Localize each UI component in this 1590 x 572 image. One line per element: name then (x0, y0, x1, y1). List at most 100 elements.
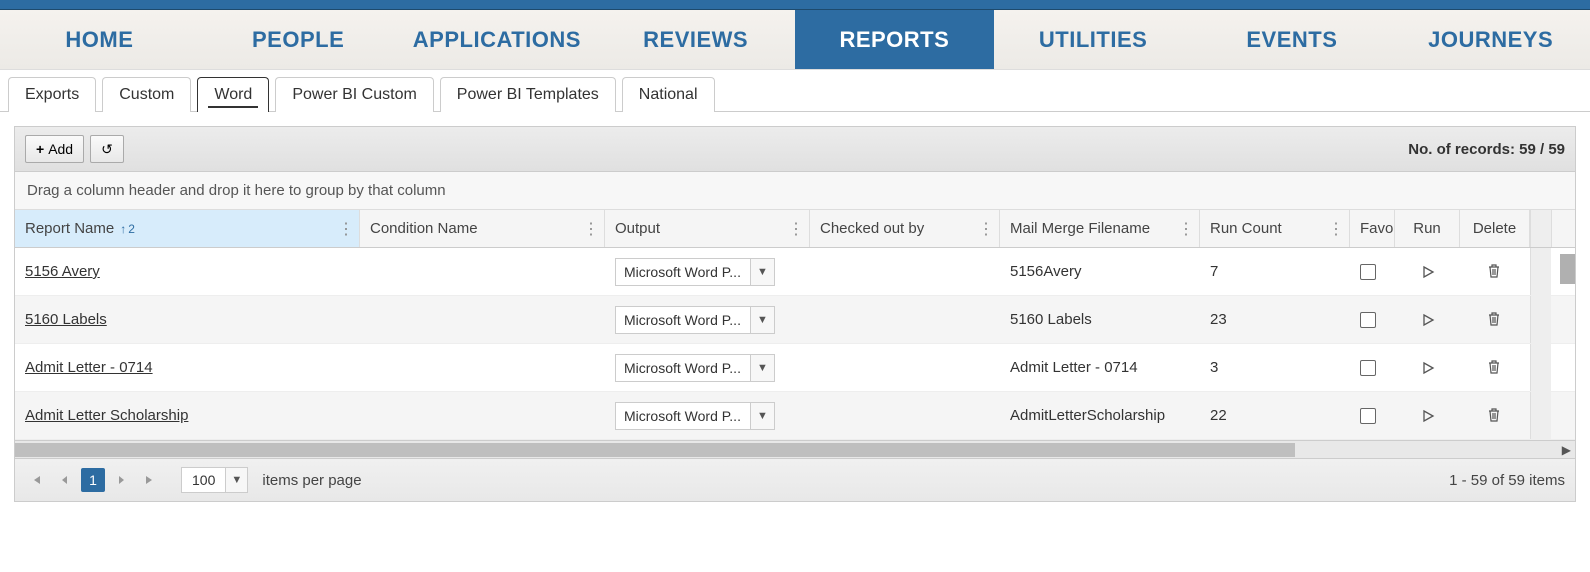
cell-report-name: Admit Letter Scholarship (15, 392, 360, 439)
column-menu-icon[interactable]: ⋮ (1328, 219, 1343, 239)
pager: 1 100 ▼ items per page 1 - 59 of 59 item… (15, 458, 1575, 501)
col-header-checked-out-by[interactable]: Checked out by ⋮ (810, 210, 1000, 247)
delete-button[interactable] (1487, 359, 1503, 377)
main-nav: HOME PEOPLE APPLICATIONS REVIEWS REPORTS… (0, 10, 1590, 70)
delete-button[interactable] (1487, 311, 1503, 329)
column-menu-icon[interactable]: ⋮ (583, 219, 598, 239)
output-select[interactable]: Microsoft Word P... ▼ (615, 402, 775, 430)
tab-word[interactable]: Word (197, 77, 269, 112)
col-label: Mail Merge Filename (1010, 220, 1150, 237)
nav-home[interactable]: HOME (0, 10, 199, 69)
report-name-link[interactable]: 5156 Avery (25, 263, 100, 280)
group-by-hint[interactable]: Drag a column header and drop it here to… (15, 172, 1575, 210)
report-name-link[interactable]: Admit Letter Scholarship (25, 407, 188, 424)
trash-icon (1487, 311, 1501, 327)
column-menu-icon[interactable]: ⋮ (338, 219, 353, 239)
report-name-link[interactable]: 5160 Labels (25, 311, 107, 328)
cell-condition-name (360, 392, 605, 439)
col-header-report-name[interactable]: Report Name ↑ 2 ⋮ (15, 210, 360, 247)
table-row: Admit Letter Scholarship Microsoft Word … (15, 392, 1575, 440)
cell-favorite (1350, 296, 1395, 343)
tab-custom[interactable]: Custom (102, 77, 191, 112)
favorite-checkbox[interactable] (1360, 360, 1376, 376)
run-button[interactable] (1420, 264, 1436, 280)
table-row: 5156 Avery Microsoft Word P... ▼ 5156Ave… (15, 248, 1575, 296)
tab-national[interactable]: National (622, 77, 715, 112)
scroll-gutter-cell (1530, 392, 1551, 439)
pager-last-button[interactable] (139, 469, 161, 491)
output-select[interactable]: Microsoft Word P... ▼ (615, 354, 775, 382)
tab-power-bi-templates[interactable]: Power BI Templates (440, 77, 616, 112)
nav-reviews[interactable]: REVIEWS (596, 10, 795, 69)
pager-next-button[interactable] (111, 469, 133, 491)
cell-run-count: 23 (1200, 296, 1350, 343)
output-select[interactable]: Microsoft Word P... ▼ (615, 306, 775, 334)
cell-report-name: 5160 Labels (15, 296, 360, 343)
tab-exports[interactable]: Exports (8, 77, 96, 112)
cell-delete (1460, 248, 1530, 295)
cell-output: Microsoft Word P... ▼ (605, 344, 810, 391)
play-icon (1421, 265, 1435, 279)
horizontal-scrollbar-thumb[interactable] (15, 443, 1295, 457)
run-button[interactable] (1420, 408, 1436, 424)
cell-run-count: 7 (1200, 248, 1350, 295)
pager-current-page[interactable]: 1 (81, 468, 105, 492)
nav-utilities[interactable]: UTILITIES (994, 10, 1193, 69)
column-menu-icon[interactable]: ⋮ (788, 219, 803, 239)
nav-journeys[interactable]: JOURNEYS (1391, 10, 1590, 69)
nav-people[interactable]: PEOPLE (199, 10, 398, 69)
favorite-checkbox[interactable] (1360, 408, 1376, 424)
delete-button[interactable] (1487, 407, 1503, 425)
column-menu-icon[interactable]: ⋮ (978, 219, 993, 239)
trash-icon (1487, 263, 1501, 279)
tab-power-bi-custom[interactable]: Power BI Custom (275, 77, 433, 112)
pager-first-button[interactable] (25, 469, 47, 491)
favorite-checkbox[interactable] (1360, 264, 1376, 280)
cell-checked-out-by (810, 392, 1000, 439)
sort-arrow-up-icon: ↑ (120, 222, 126, 236)
pager-prev-button[interactable] (53, 469, 75, 491)
col-header-run[interactable]: Run (1395, 210, 1460, 247)
col-header-run-count[interactable]: Run Count ⋮ (1200, 210, 1350, 247)
col-header-mail-merge-filename[interactable]: Mail Merge Filename ⋮ (1000, 210, 1200, 247)
vertical-scrollbar-thumb[interactable] (1560, 254, 1575, 284)
col-header-delete[interactable]: Delete (1460, 210, 1530, 247)
cell-run (1395, 344, 1460, 391)
delete-button[interactable] (1487, 263, 1503, 281)
col-header-output[interactable]: Output ⋮ (605, 210, 810, 247)
output-select-value: Microsoft Word P... (616, 312, 750, 328)
chevron-down-icon: ▼ (750, 403, 774, 429)
scroll-gutter-cell (1530, 248, 1551, 295)
top-accent-bar (0, 0, 1590, 10)
output-select[interactable]: Microsoft Word P... ▼ (615, 258, 775, 286)
refresh-button[interactable]: ↺ (90, 135, 124, 163)
favorite-checkbox[interactable] (1360, 312, 1376, 328)
play-icon (1421, 313, 1435, 327)
run-button[interactable] (1420, 312, 1436, 328)
add-button-label: Add (48, 141, 73, 157)
column-menu-icon[interactable]: ⋮ (1178, 219, 1193, 239)
col-header-favorite[interactable]: Favo (1350, 210, 1395, 247)
trash-icon (1487, 359, 1501, 375)
pager-next-icon (117, 475, 127, 485)
col-label: Delete (1473, 220, 1516, 237)
scroll-right-arrow-icon[interactable]: ▶ (1562, 441, 1571, 459)
report-name-link[interactable]: Admit Letter - 0714 (25, 359, 153, 376)
add-button[interactable]: + Add (25, 135, 84, 163)
chevron-down-icon: ▼ (750, 307, 774, 333)
horizontal-scrollbar[interactable]: ▶ (15, 440, 1575, 458)
cell-checked-out-by (810, 344, 1000, 391)
nav-applications[interactable]: APPLICATIONS (398, 10, 597, 69)
nav-events[interactable]: EVENTS (1193, 10, 1392, 69)
chevron-down-icon: ▼ (750, 355, 774, 381)
nav-reports[interactable]: REPORTS (795, 10, 994, 69)
toolbar: + Add ↺ No. of records: 59 / 59 (15, 127, 1575, 172)
page-size-select[interactable]: 100 ▼ (181, 467, 248, 493)
sort-indicator: ↑ 2 (120, 222, 135, 236)
run-button[interactable] (1420, 360, 1436, 376)
output-select-value: Microsoft Word P... (616, 360, 750, 376)
scroll-gutter-cell (1530, 296, 1551, 343)
output-select-value: Microsoft Word P... (616, 264, 750, 280)
col-header-condition-name[interactable]: Condition Name ⋮ (360, 210, 605, 247)
pager-last-icon (144, 474, 156, 486)
